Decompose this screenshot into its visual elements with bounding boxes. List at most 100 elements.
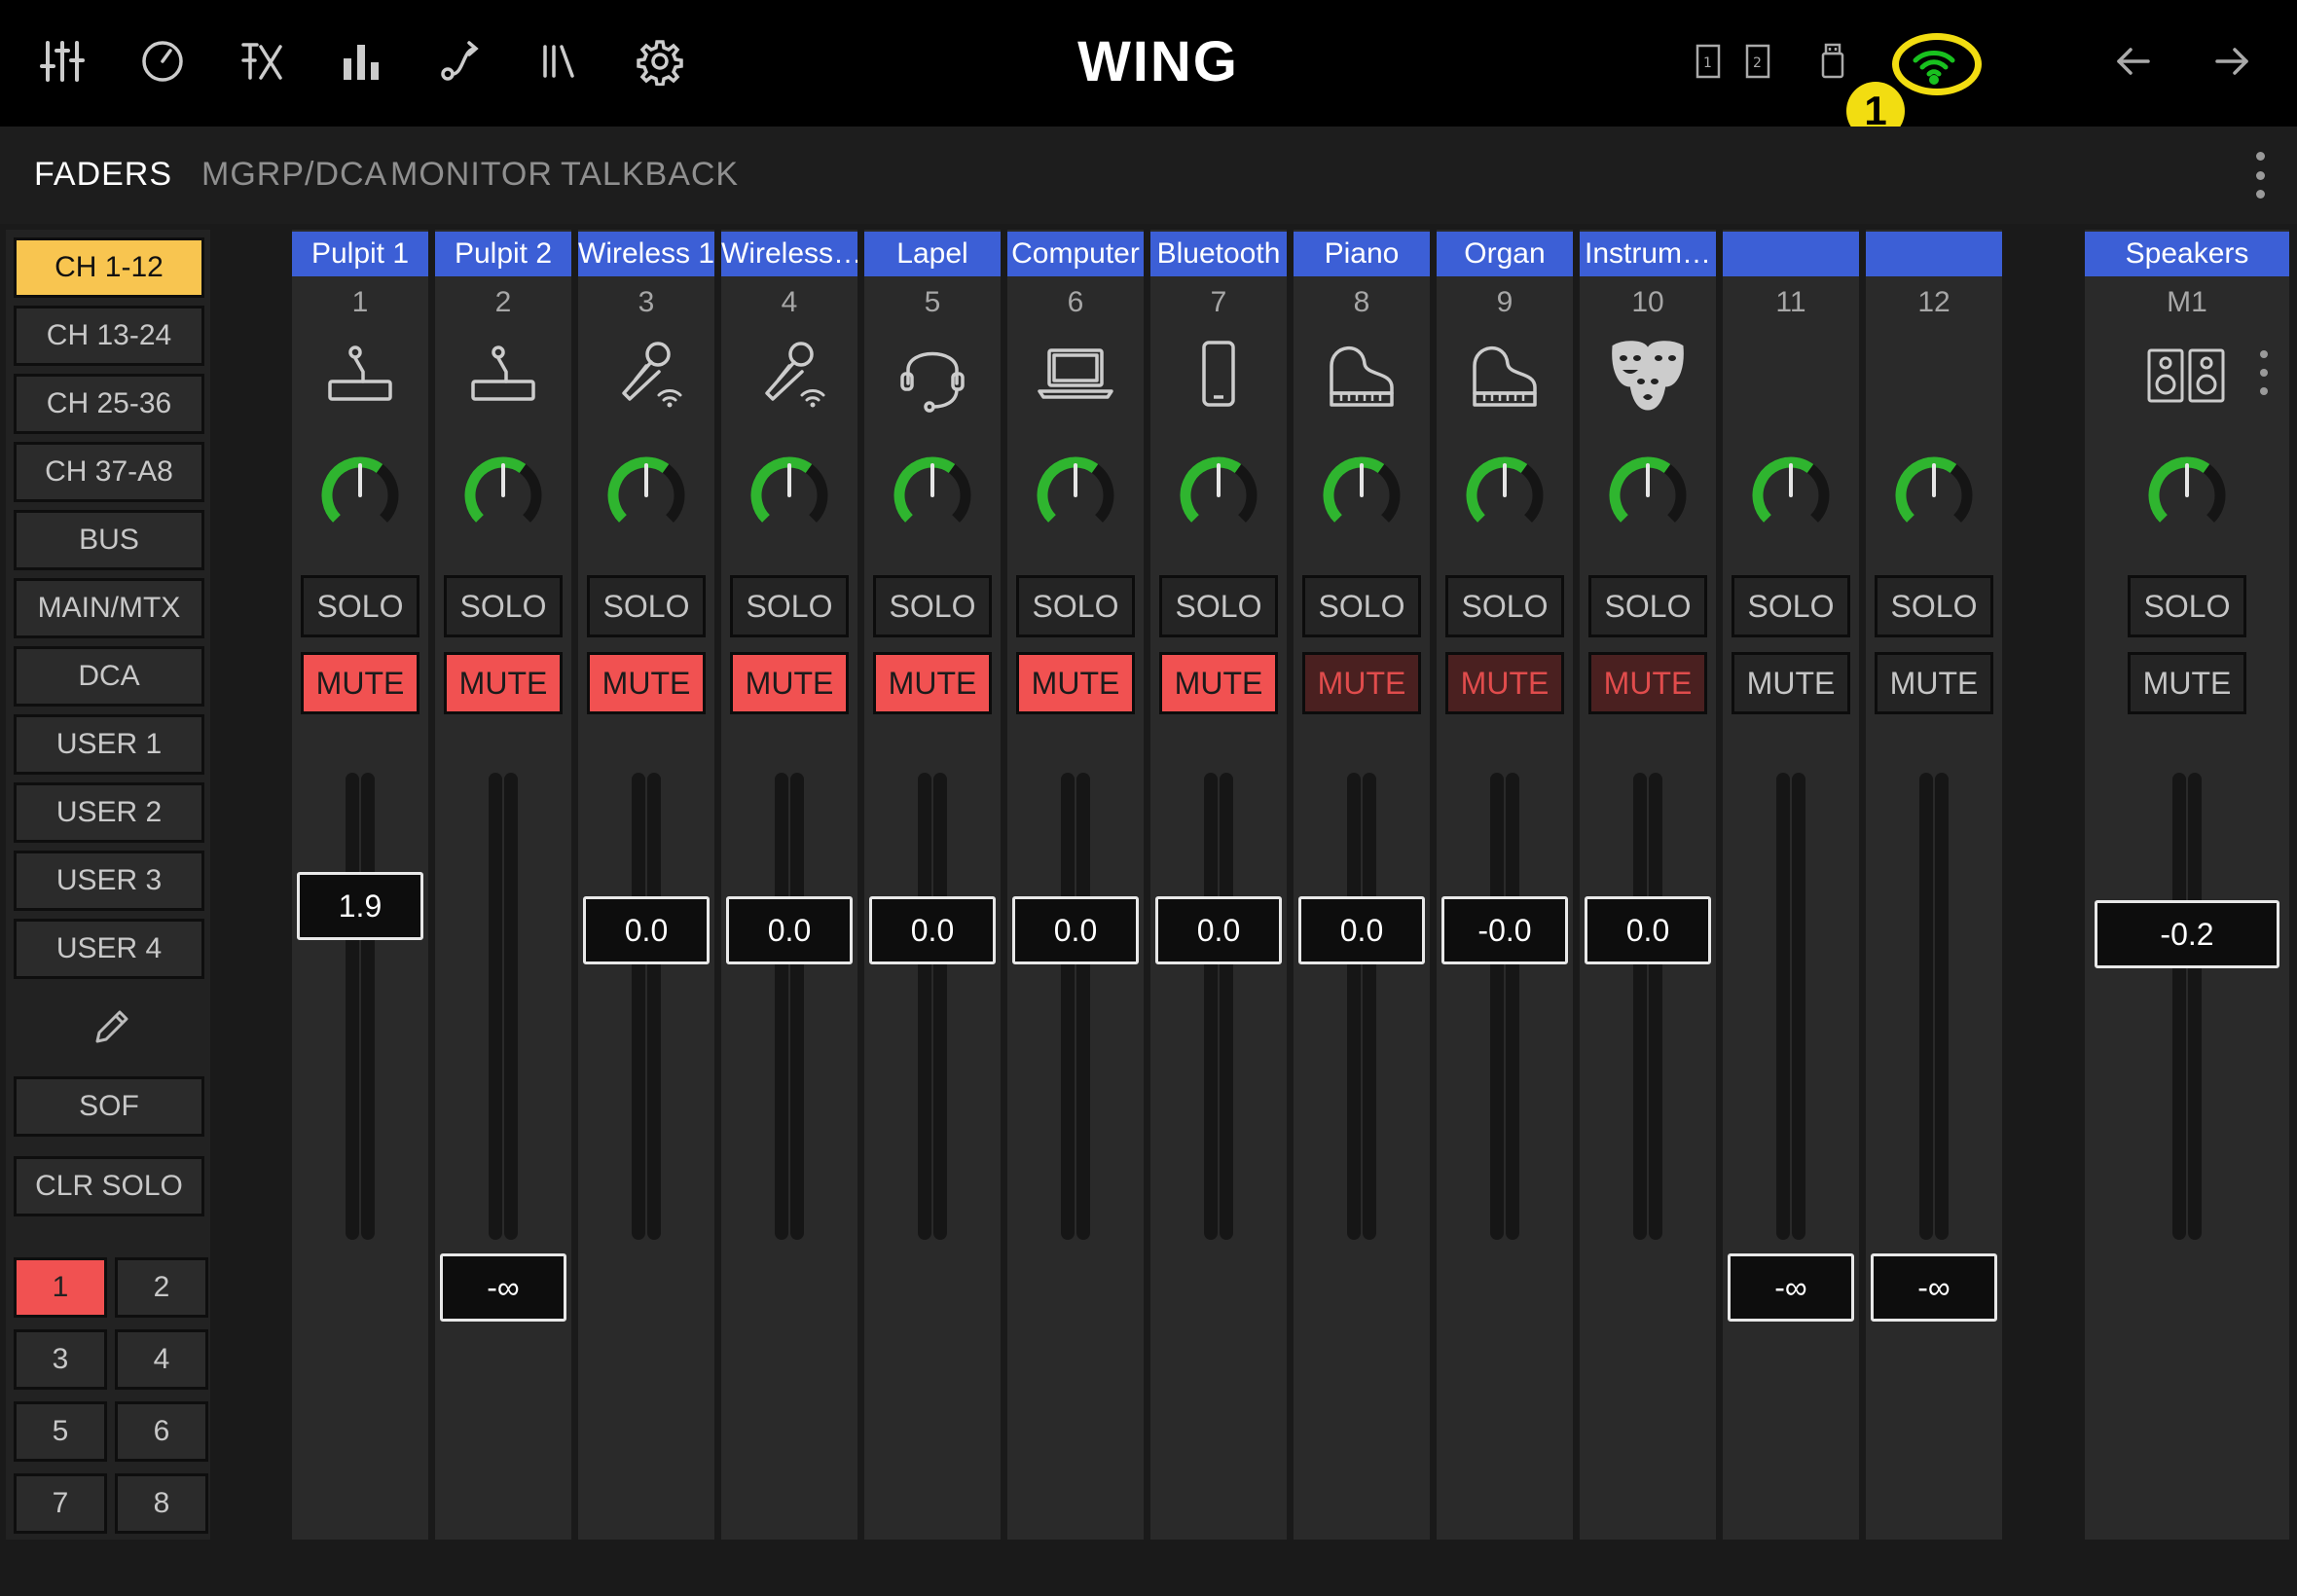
clear-solo-button[interactable]: CLR SOLO bbox=[14, 1156, 204, 1216]
gain-knob[interactable] bbox=[1461, 452, 1549, 539]
gain-knob[interactable] bbox=[1747, 452, 1835, 539]
bank-user-1[interactable]: USER 1 bbox=[14, 714, 204, 775]
fader-handle[interactable]: 0.0 bbox=[726, 895, 853, 964]
solo-button[interactable]: SOLO bbox=[873, 575, 992, 637]
channel-name[interactable] bbox=[1866, 232, 2002, 276]
wireless-mic-icon[interactable] bbox=[746, 331, 833, 418]
gain-knob[interactable] bbox=[1032, 452, 1119, 539]
lectern-mic-icon[interactable] bbox=[316, 331, 404, 418]
bank-user-3[interactable]: USER 3 bbox=[14, 851, 204, 911]
phone-icon[interactable] bbox=[1175, 331, 1262, 418]
fader-handle[interactable]: -0.0 bbox=[1441, 895, 1568, 964]
theater-masks-icon[interactable] bbox=[1604, 331, 1692, 418]
channel-name[interactable]: Pulpit 2 bbox=[435, 232, 571, 276]
gain-knob[interactable] bbox=[1604, 452, 1692, 539]
bank-ch-13-24[interactable]: CH 13-24 bbox=[14, 306, 204, 366]
fader-handle[interactable]: -∞ bbox=[1728, 1253, 1854, 1322]
fader-handle[interactable]: -0.2 bbox=[2095, 900, 2279, 969]
solo-button[interactable]: SOLO bbox=[1588, 575, 1707, 637]
bank-ch-37-a8[interactable]: CH 37-A8 bbox=[14, 442, 204, 502]
bar-chart-icon[interactable] bbox=[331, 31, 391, 91]
mute-button[interactable]: MUTE bbox=[1302, 652, 1421, 714]
fader-handle[interactable]: 0.0 bbox=[1298, 895, 1425, 964]
fader-handle[interactable]: -∞ bbox=[1871, 1253, 1997, 1322]
gain-knob[interactable] bbox=[1175, 452, 1262, 539]
channel-name[interactable]: Instrum… bbox=[1580, 232, 1716, 276]
fader-handle[interactable]: -∞ bbox=[440, 1253, 566, 1322]
solo-button[interactable]: SOLO bbox=[1159, 575, 1278, 637]
mixer-icon[interactable] bbox=[32, 31, 92, 91]
gain-knob[interactable] bbox=[1890, 452, 1978, 539]
mute-button[interactable]: MUTE bbox=[1588, 652, 1707, 714]
grand-piano-icon[interactable] bbox=[1318, 331, 1405, 418]
layer-8-button[interactable]: 8 bbox=[115, 1473, 208, 1534]
mute-button[interactable]: MUTE bbox=[1875, 652, 1993, 714]
library-icon[interactable] bbox=[529, 31, 590, 91]
bank-bus[interactable]: BUS bbox=[14, 510, 204, 570]
mute-button[interactable]: MUTE bbox=[444, 652, 563, 714]
mute-button[interactable]: MUTE bbox=[301, 652, 419, 714]
channel-name[interactable]: Pulpit 1 bbox=[292, 232, 428, 276]
layer-1-button[interactable]: 1 bbox=[14, 1257, 107, 1318]
wireless-mic-icon[interactable] bbox=[602, 331, 690, 418]
card-slot-2-icon[interactable]: 2 bbox=[1728, 31, 1788, 91]
mute-button[interactable]: MUTE bbox=[730, 652, 849, 714]
gain-knob[interactable] bbox=[746, 452, 833, 539]
solo-button[interactable]: SOLO bbox=[730, 575, 849, 637]
fx-icon[interactable] bbox=[232, 31, 292, 91]
pencil-icon[interactable] bbox=[88, 1002, 136, 1051]
gain-knob[interactable] bbox=[889, 452, 976, 539]
bank-user-4[interactable]: USER 4 bbox=[14, 919, 204, 979]
mute-button[interactable]: MUTE bbox=[1016, 652, 1135, 714]
fader-handle[interactable]: 1.9 bbox=[297, 872, 423, 940]
more-menu-icon[interactable] bbox=[2248, 152, 2272, 199]
channel-name[interactable]: Lapel bbox=[864, 232, 1001, 276]
solo-button[interactable]: SOLO bbox=[1445, 575, 1564, 637]
bank-ch-1-12[interactable]: CH 1-12 bbox=[14, 237, 204, 298]
tab-monitor[interactable]: MONITOR bbox=[390, 156, 553, 194]
back-arrow-icon[interactable] bbox=[2103, 31, 2164, 91]
meter-icon[interactable] bbox=[132, 31, 193, 91]
gain-knob[interactable] bbox=[459, 452, 547, 539]
gain-knob[interactable] bbox=[1318, 452, 1405, 539]
fader-handle[interactable]: 0.0 bbox=[1012, 895, 1139, 964]
channel-name[interactable]: Piano bbox=[1294, 232, 1430, 276]
lectern-mic-icon[interactable] bbox=[459, 331, 547, 418]
layer-3-button[interactable]: 3 bbox=[14, 1329, 107, 1390]
gear-icon[interactable] bbox=[630, 31, 690, 91]
channel-name[interactable]: Computer bbox=[1007, 232, 1144, 276]
channel-name[interactable]: Bluetooth bbox=[1150, 232, 1287, 276]
layer-5-button[interactable]: 5 bbox=[14, 1401, 107, 1462]
gain-knob[interactable] bbox=[2143, 452, 2231, 539]
solo-button[interactable]: SOLO bbox=[587, 575, 706, 637]
layer-2-button[interactable]: 2 bbox=[115, 1257, 208, 1318]
headset-mic-icon[interactable] bbox=[889, 331, 976, 418]
bank-ch-25-36[interactable]: CH 25-36 bbox=[14, 374, 204, 434]
layer-6-button[interactable]: 6 bbox=[115, 1401, 208, 1462]
strip-menu-icon[interactable] bbox=[2256, 350, 2272, 395]
mute-button[interactable]: MUTE bbox=[873, 652, 992, 714]
solo-button[interactable]: SOLO bbox=[1016, 575, 1135, 637]
bank-dca[interactable]: DCA bbox=[14, 646, 204, 707]
tab-talkback[interactable]: TALKBACK bbox=[561, 156, 739, 194]
mute-button[interactable]: MUTE bbox=[1159, 652, 1278, 714]
usb-drive-icon[interactable] bbox=[1803, 31, 1863, 91]
fader-handle[interactable]: 0.0 bbox=[1585, 895, 1711, 964]
solo-button[interactable]: SOLO bbox=[1875, 575, 1993, 637]
mute-button[interactable]: MUTE bbox=[2128, 652, 2246, 714]
layer-4-button[interactable]: 4 bbox=[115, 1329, 208, 1390]
gain-knob[interactable] bbox=[602, 452, 690, 539]
grand-piano-icon[interactable] bbox=[1461, 331, 1549, 418]
solo-button[interactable]: SOLO bbox=[1732, 575, 1850, 637]
channel-name[interactable]: Organ bbox=[1437, 232, 1573, 276]
fader-handle[interactable]: 0.0 bbox=[869, 895, 996, 964]
solo-button[interactable]: SOLO bbox=[301, 575, 419, 637]
gain-knob[interactable] bbox=[316, 452, 404, 539]
fader-handle[interactable]: 0.0 bbox=[1155, 895, 1282, 964]
solo-button[interactable]: SOLO bbox=[2128, 575, 2246, 637]
bank-main-mtx[interactable]: MAIN/MTX bbox=[14, 578, 204, 638]
mute-button[interactable]: MUTE bbox=[1732, 652, 1850, 714]
laptop-icon[interactable] bbox=[1032, 331, 1119, 418]
channel-name[interactable]: Speakers bbox=[2085, 232, 2289, 276]
channel-name[interactable]: Wireless 1 bbox=[578, 232, 714, 276]
